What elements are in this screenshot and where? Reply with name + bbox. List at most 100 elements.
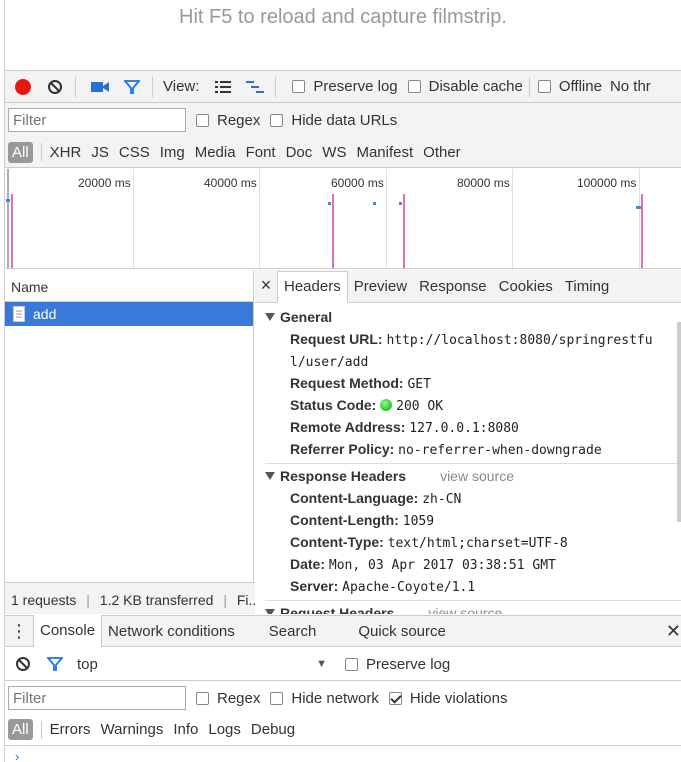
type-filter-js[interactable]: JS bbox=[91, 144, 109, 161]
checkbox-box[interactable] bbox=[407, 80, 421, 93]
console-preserve-log-checkbox[interactable]: Preserve log bbox=[345, 656, 450, 673]
waterfall-icon bbox=[246, 80, 265, 93]
level-filter-warnings[interactable]: Warnings bbox=[101, 721, 164, 738]
checkbox-box[interactable] bbox=[388, 691, 402, 705]
checkbox-box[interactable] bbox=[270, 113, 284, 127]
console-filter-input[interactable] bbox=[8, 686, 186, 710]
hide-violations-checkbox[interactable]: Hide violations bbox=[388, 690, 507, 707]
type-filter-doc[interactable]: Doc bbox=[286, 144, 313, 161]
level-filter-info[interactable]: Info bbox=[173, 721, 198, 738]
large-rows-button[interactable] bbox=[209, 73, 237, 101]
type-filter-ws[interactable]: WS bbox=[322, 144, 346, 161]
tab-quick-source[interactable]: Quick source bbox=[352, 616, 452, 647]
checkbox-box[interactable] bbox=[537, 80, 551, 93]
toolbar-divider bbox=[275, 76, 277, 97]
tab-timing[interactable]: Timing bbox=[559, 278, 615, 302]
execution-context-select[interactable]: top ▼ bbox=[77, 656, 327, 673]
drawer-tabbar: ⋮ Console Network conditions Search Quic… bbox=[4, 615, 681, 647]
timeline-gridline bbox=[512, 169, 513, 268]
type-filter-img[interactable]: Img bbox=[160, 144, 185, 161]
network-toolbar: View: Preserve log Disable cache Offline… bbox=[4, 70, 681, 103]
request-mark bbox=[328, 202, 331, 205]
level-filter-all[interactable]: All bbox=[8, 719, 33, 740]
type-filter-all[interactable]: All bbox=[8, 141, 33, 163]
timeline-tick-label: 20000 ms bbox=[78, 176, 131, 190]
console-prompt[interactable]: › bbox=[4, 747, 681, 762]
checkbox-box[interactable] bbox=[196, 691, 209, 705]
type-filter-font[interactable]: Font bbox=[246, 144, 276, 161]
general-section-header[interactable]: General bbox=[255, 305, 681, 329]
dropdown-arrow-icon: ▼ bbox=[316, 658, 327, 670]
network-overview-timeline[interactable]: 20000 ms 40000 ms 60000 ms 80000 ms 1000… bbox=[4, 169, 681, 269]
request-row[interactable]: add bbox=[5, 302, 253, 326]
drawer-menu-icon[interactable]: ⋮ bbox=[5, 622, 33, 640]
console-filter-bar: Regex Hide network Hide violations bbox=[4, 682, 681, 714]
tab-headers[interactable]: Headers bbox=[277, 271, 348, 303]
clear-console-button[interactable] bbox=[9, 650, 37, 678]
timeline-gridline bbox=[386, 169, 387, 268]
filter-toggle-button[interactable] bbox=[118, 73, 146, 101]
record-button[interactable] bbox=[9, 73, 37, 101]
filmstrip-hint: Hit F5 to reload and capture filmstrip. bbox=[179, 6, 507, 28]
close-icon[interactable]: × bbox=[255, 275, 277, 302]
timeline-tick-label: 100000 ms bbox=[577, 176, 637, 190]
filter-icon bbox=[124, 79, 140, 94]
offline-checkbox[interactable]: Offline bbox=[537, 78, 602, 95]
type-filter-css[interactable]: CSS bbox=[119, 144, 150, 161]
preserve-log-checkbox[interactable]: Preserve log bbox=[292, 78, 398, 95]
network-filter-bar: Regex Hide data URLs bbox=[4, 103, 681, 137]
checkbox-box[interactable] bbox=[292, 80, 306, 93]
tab-network-conditions[interactable]: Network conditions bbox=[102, 616, 241, 647]
filter-input[interactable] bbox=[8, 108, 186, 132]
tab-response[interactable]: Response bbox=[413, 278, 493, 302]
type-filter-manifest[interactable]: Manifest bbox=[356, 144, 413, 161]
document-icon bbox=[13, 306, 25, 322]
name-column-header[interactable]: Name bbox=[5, 270, 253, 302]
hide-data-urls-checkbox[interactable]: Hide data URLs bbox=[270, 112, 397, 129]
level-filter-errors[interactable]: Errors bbox=[50, 721, 91, 738]
response-headers-section-header[interactable]: Response Headers view source bbox=[255, 464, 681, 488]
view-source-link[interactable]: view source bbox=[428, 605, 502, 614]
triangle-down-icon bbox=[265, 313, 275, 321]
close-drawer-icon[interactable]: ✕ bbox=[666, 621, 681, 642]
type-filter-xhr[interactable]: XHR bbox=[50, 144, 82, 161]
content-type-row: Content-Type: text/html;charset=UTF-8 bbox=[290, 534, 568, 551]
checkbox-box[interactable] bbox=[196, 113, 209, 127]
details-scrollbar[interactable] bbox=[677, 322, 681, 522]
request-method-row: Request Method: GET bbox=[290, 375, 431, 392]
timeline-gridline bbox=[133, 169, 134, 268]
tab-preview[interactable]: Preview bbox=[348, 278, 413, 302]
request-summary-bar: 1 requests | 1.2 KB transferred | Fi... bbox=[5, 582, 255, 614]
type-divider bbox=[40, 143, 42, 161]
regex-checkbox[interactable]: Regex bbox=[196, 112, 260, 129]
throttling-select[interactable]: No thr bbox=[610, 78, 651, 95]
record-icon bbox=[15, 78, 31, 95]
request-url-row: Request URL: http://localhost:8080/sprin… bbox=[290, 331, 653, 370]
request-details-panel: × Headers Preview Response Cookies Timin… bbox=[255, 270, 681, 614]
type-filter-other[interactable]: Other bbox=[423, 144, 461, 161]
capture-screenshots-button[interactable] bbox=[86, 73, 114, 101]
console-regex-checkbox[interactable]: Regex bbox=[196, 690, 260, 707]
disable-cache-checkbox[interactable]: Disable cache bbox=[407, 78, 523, 95]
transferred-size: 1.2 KB transferred bbox=[99, 592, 214, 608]
checkbox-box[interactable] bbox=[270, 691, 284, 705]
tab-console[interactable]: Console bbox=[33, 615, 103, 647]
load-event-line bbox=[11, 194, 13, 268]
console-filter-toggle[interactable] bbox=[41, 650, 69, 678]
finish-time: Fi... bbox=[236, 592, 255, 608]
tab-cookies[interactable]: Cookies bbox=[493, 278, 559, 302]
hide-network-checkbox[interactable]: Hide network bbox=[270, 690, 379, 707]
checkbox-box[interactable] bbox=[345, 657, 358, 671]
tab-search[interactable]: Search bbox=[263, 616, 323, 647]
status-code-row: Status Code: 200 OK bbox=[290, 397, 444, 414]
overview-button[interactable] bbox=[241, 73, 269, 101]
level-filter-logs[interactable]: Logs bbox=[208, 721, 241, 738]
clear-button[interactable] bbox=[41, 73, 69, 101]
type-filter-media[interactable]: Media bbox=[195, 144, 236, 161]
view-source-link[interactable]: view source bbox=[440, 468, 514, 484]
level-filter-debug[interactable]: Debug bbox=[251, 721, 295, 738]
request-mark bbox=[373, 202, 376, 205]
request-headers-section-header[interactable]: Request Headers view source bbox=[255, 601, 681, 614]
list-icon bbox=[215, 80, 232, 93]
content-language-row: Content-Language: zh-CN bbox=[290, 490, 462, 507]
